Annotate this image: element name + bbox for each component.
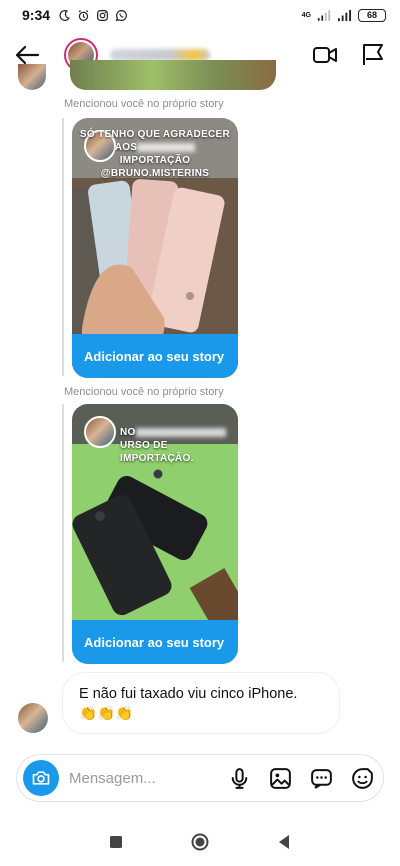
message-input[interactable] xyxy=(69,769,209,787)
message-emoji: 👏👏👏 xyxy=(79,706,134,722)
instagram-icon xyxy=(97,9,109,21)
network-label: 4G xyxy=(301,11,311,19)
back-icon[interactable] xyxy=(275,833,293,851)
battery-level: 68 xyxy=(366,10,377,20)
home-icon[interactable] xyxy=(191,833,209,851)
story-caption-line: URSO DE IMPORTAÇÃO. xyxy=(120,440,194,464)
sender-avatar[interactable] xyxy=(18,703,48,733)
status-time: 9:34 xyxy=(22,7,51,23)
story-caption-line: IMPORTAÇÃO xyxy=(119,155,191,166)
message-text: E não fui taxado viu cinco iPhone. xyxy=(79,686,298,702)
system-nav-bar xyxy=(0,818,400,866)
reply-bar xyxy=(62,118,64,376)
message-composer xyxy=(16,754,384,802)
story-caption-line: NO xyxy=(120,427,136,438)
camera-icon xyxy=(32,771,50,785)
message-bubble[interactable]: E não fui taxado viu cinco iPhone. 👏👏👏 xyxy=(62,672,340,734)
redacted-text xyxy=(135,427,226,437)
sender-avatar xyxy=(18,64,46,90)
status-bar: 9:34 4G 68 xyxy=(0,0,400,30)
reply-bar xyxy=(62,404,64,662)
video-call-icon[interactable] xyxy=(312,42,338,68)
story-caption-line: SÓ TENHO QUE AGRADECER xyxy=(79,129,231,140)
redacted-text xyxy=(137,142,196,152)
camera-button[interactable] xyxy=(23,760,59,796)
chat-dots-icon[interactable] xyxy=(309,766,334,791)
story-card[interactable]: SÓ TENHO QUE AGRADECER AOS IMPORTAÇÃO @B… xyxy=(72,118,238,378)
add-to-story-button[interactable]: Adicionar ao seu story xyxy=(72,620,238,664)
battery-icon: 68 xyxy=(358,8,386,22)
signal-icon xyxy=(338,9,351,21)
story-mention-label: Mencionou você no próprio story xyxy=(64,98,224,110)
story-mention-label: Mencionou você no próprio story xyxy=(64,386,224,398)
story-caption-line: @BRUNO.MISTERINS xyxy=(100,168,210,179)
alarm-icon xyxy=(78,9,89,21)
microphone-icon[interactable] xyxy=(227,766,252,791)
previous-story-card[interactable] xyxy=(70,60,276,90)
add-to-story-button[interactable]: Adicionar ao seu story xyxy=(72,334,238,378)
recent-apps-icon[interactable] xyxy=(107,833,125,851)
story-card[interactable]: NO URSO DE IMPORTAÇÃO. Adicionar ao seu … xyxy=(72,404,238,664)
story-caption-line: AOS xyxy=(114,142,138,153)
flag-icon[interactable] xyxy=(360,42,386,68)
moon-icon xyxy=(59,9,71,21)
whatsapp-icon xyxy=(115,9,127,21)
sticker-icon[interactable] xyxy=(350,766,375,791)
wifi-icon xyxy=(317,9,331,21)
gallery-icon[interactable] xyxy=(268,766,293,791)
